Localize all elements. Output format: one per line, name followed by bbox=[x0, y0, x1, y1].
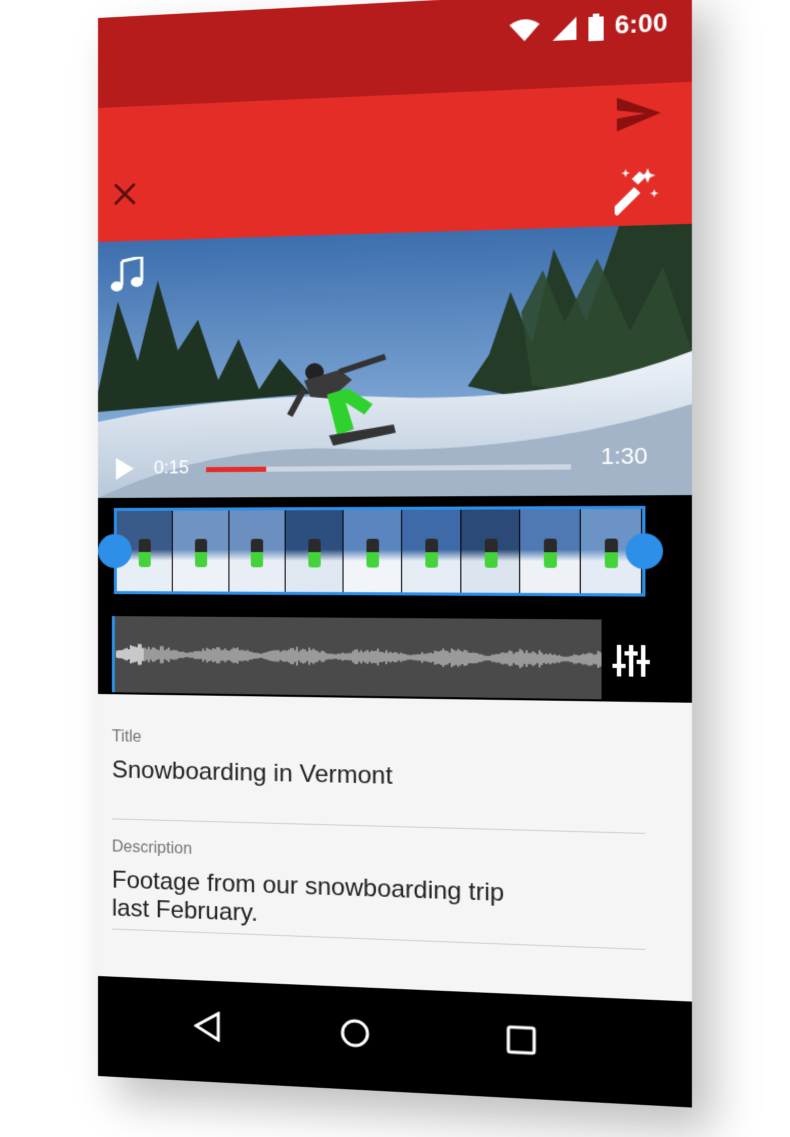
frame-rider bbox=[605, 539, 618, 568]
frame-rider bbox=[195, 539, 207, 567]
filmstrip[interactable] bbox=[114, 506, 646, 597]
filmstrip-frame bbox=[286, 510, 344, 592]
video-progress-bar[interactable] bbox=[206, 464, 571, 472]
title-underline bbox=[112, 818, 646, 834]
filmstrip-frame bbox=[229, 510, 286, 592]
status-time: 6:00 bbox=[615, 9, 668, 41]
total-time: 1:30 bbox=[601, 443, 648, 471]
close-icon[interactable] bbox=[112, 181, 138, 208]
filmstrip-frame bbox=[521, 509, 581, 593]
upload-form: Title Snowboarding in Vermont Descriptio… bbox=[98, 694, 692, 1002]
title-label: Title bbox=[112, 728, 142, 747]
frame-rider bbox=[425, 539, 438, 568]
video-preview[interactable]: 0:15 1:30 bbox=[98, 224, 692, 498]
description-input[interactable]: Footage from our snowboarding trip last … bbox=[112, 866, 504, 937]
current-time: 0:15 bbox=[154, 457, 189, 478]
frame-rider bbox=[251, 539, 263, 567]
wifi-icon bbox=[508, 17, 540, 44]
video-progress-fill bbox=[206, 467, 266, 473]
battery-icon bbox=[588, 13, 603, 41]
cell-signal-icon bbox=[551, 16, 577, 42]
magic-wand-icon[interactable] bbox=[615, 166, 661, 216]
waveform-graphic bbox=[115, 616, 602, 699]
screen: 6:00 0:15 1:30 Title Snowboarding in Ver… bbox=[98, 0, 692, 1108]
trim-handle-end[interactable] bbox=[626, 533, 663, 569]
audio-waveform[interactable] bbox=[112, 616, 602, 699]
filmstrip-frame bbox=[344, 510, 402, 592]
home-icon[interactable] bbox=[339, 1017, 370, 1049]
send-icon[interactable] bbox=[615, 92, 663, 136]
frame-rider bbox=[484, 539, 497, 568]
filmstrip-frame bbox=[461, 509, 521, 592]
description-label: Description bbox=[112, 838, 192, 859]
filmstrip-frame bbox=[173, 511, 229, 592]
trim-timeline bbox=[98, 495, 692, 703]
app-bar bbox=[98, 82, 692, 242]
frame-rider bbox=[139, 539, 151, 567]
music-note-icon[interactable] bbox=[110, 257, 144, 294]
status-icons: 6:00 bbox=[508, 3, 667, 53]
frame-rider bbox=[367, 539, 380, 568]
equalizer-icon[interactable] bbox=[610, 641, 652, 681]
recents-icon[interactable] bbox=[506, 1025, 536, 1056]
title-input[interactable]: Snowboarding in Vermont bbox=[112, 756, 393, 791]
filmstrip-frame bbox=[402, 510, 461, 593]
play-icon[interactable] bbox=[116, 458, 134, 480]
phone-device: 6:00 0:15 1:30 Title Snowboarding in Ver… bbox=[98, 0, 692, 1108]
video-controls: 0:15 1:30 bbox=[98, 432, 692, 498]
frame-rider bbox=[309, 539, 321, 568]
frame-rider bbox=[544, 539, 557, 568]
trim-handle-start[interactable] bbox=[98, 534, 132, 568]
back-icon[interactable] bbox=[194, 1010, 220, 1042]
